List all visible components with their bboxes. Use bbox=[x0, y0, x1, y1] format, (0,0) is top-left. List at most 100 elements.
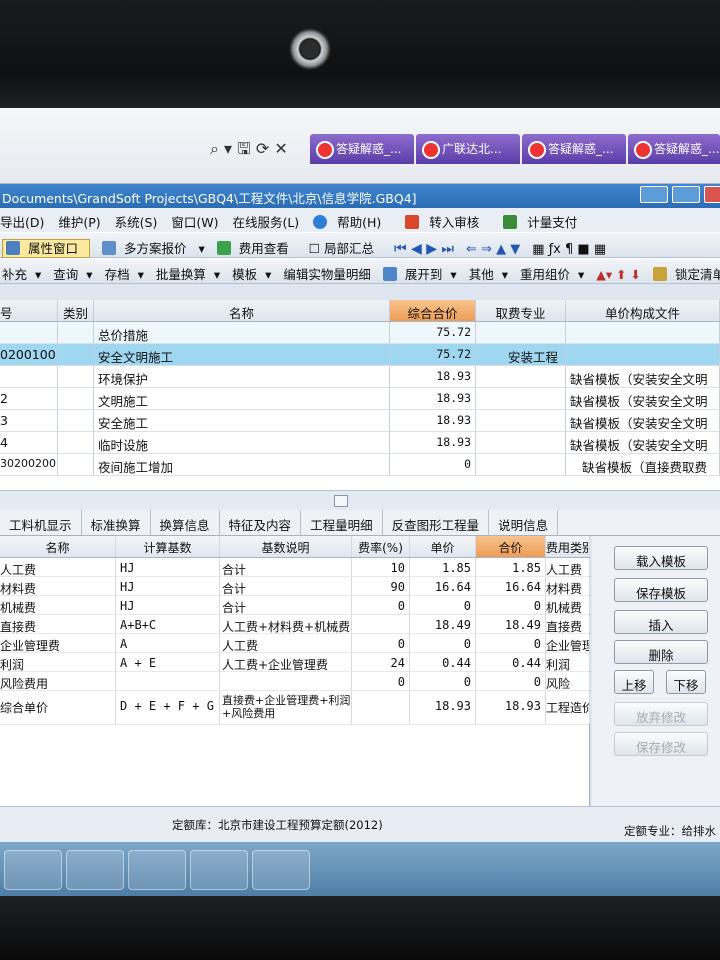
pane-splitter[interactable] bbox=[0, 490, 720, 510]
delete-button[interactable]: 删除 bbox=[614, 640, 708, 664]
cell-file: 缺省模板（安装安全文明 bbox=[566, 388, 720, 409]
taskbar-app-1[interactable] bbox=[4, 850, 62, 890]
menu-window[interactable]: 窗口(W) bbox=[171, 215, 218, 230]
table-row[interactable]: 人工费 HJ 合计 10 1.85 1.85 人工费 bbox=[0, 558, 590, 577]
archive-menu[interactable]: 存档 ▾ bbox=[105, 267, 144, 282]
table-row[interactable]: 总价措施 75.72 bbox=[0, 322, 720, 344]
batch-convert-menu[interactable]: 批量换算 ▾ bbox=[156, 267, 220, 282]
cell-type: 利润 bbox=[546, 653, 590, 671]
attr-window-button[interactable]: 属性窗口 bbox=[2, 239, 91, 258]
menu-maintain[interactable]: 维护(P) bbox=[58, 215, 100, 230]
discard-changes-button[interactable]: 放弃修改 bbox=[614, 702, 708, 726]
tab-labor-material[interactable]: 工料机显示 bbox=[0, 510, 82, 536]
edit-quantity-detail-button[interactable]: 编辑实物量明细 bbox=[283, 267, 371, 282]
cell-major bbox=[476, 454, 566, 475]
table-row[interactable]: 利润 A + E 人工费+企业管理费 24 0.44 0.44 利润 bbox=[0, 653, 590, 672]
browser-tab-4[interactable]: 答疑解惑_... bbox=[628, 134, 720, 164]
tab-reverse-graphic[interactable]: 反查图形工程量 bbox=[383, 510, 490, 536]
move-down-button[interactable]: 下移 bbox=[666, 670, 706, 694]
col-category[interactable]: 类别 bbox=[58, 300, 94, 321]
taskbar-app-5[interactable] bbox=[252, 850, 310, 890]
splitter-handle[interactable] bbox=[334, 495, 348, 507]
query-menu[interactable]: 查询 ▾ bbox=[53, 267, 92, 282]
table-row[interactable]: 风险费用 0 0 0 风险 bbox=[0, 672, 590, 691]
taskbar-app-4[interactable] bbox=[190, 850, 248, 890]
table-row[interactable]: 3 安全施工 18.93 缺省模板（安装安全文明 bbox=[0, 410, 720, 432]
multi-quote-button[interactable]: 多方案报价 ▾ bbox=[102, 241, 205, 256]
col-code[interactable]: 号 bbox=[0, 300, 58, 321]
col-rate[interactable]: 费率(%) bbox=[352, 536, 410, 557]
menu-export[interactable]: 导出(D) bbox=[0, 215, 44, 230]
quota-major-label: 定额专业：给排水 bbox=[624, 824, 716, 838]
table-row[interactable]: 机械费 HJ 合计 0 0 0 机械费 bbox=[0, 596, 590, 615]
col-name[interactable]: 名称 bbox=[94, 300, 390, 321]
browser-tab-1[interactable]: 答疑解惑_... bbox=[310, 134, 414, 164]
unit-price-grid: 名称 计算基数 基数说明 费率(%) 单价 合价 费用类别 人工费 HJ 合计 … bbox=[0, 536, 590, 806]
taskbar-app-3[interactable] bbox=[128, 850, 186, 890]
close-button[interactable] bbox=[704, 186, 720, 203]
col-base-desc[interactable]: 基数说明 bbox=[220, 536, 352, 557]
table-row[interactable]: 企业管理费 A 人工费 0 0 0 企业管理 bbox=[0, 634, 590, 653]
col-file[interactable]: 单价构成文件 bbox=[566, 300, 720, 321]
minimize-button[interactable] bbox=[640, 186, 668, 203]
nav-arrows[interactable]: ⏮ ◀ ▶ ⏭ bbox=[394, 241, 454, 257]
browser-tab-2[interactable]: 广联达北... bbox=[416, 134, 520, 164]
cell-name: 临时设施 bbox=[94, 432, 390, 453]
table-row[interactable]: 环境保护 18.93 缺省模板（安装安全文明 bbox=[0, 366, 720, 388]
maximize-button[interactable] bbox=[672, 186, 700, 203]
col-unit-price[interactable]: 单价 bbox=[410, 536, 476, 557]
move-arrows[interactable]: ⇐ ⇒ ▲ ▼ bbox=[466, 242, 520, 257]
expand-to-menu[interactable]: 展开到 ▾ bbox=[382, 267, 457, 282]
move-up-button[interactable]: 上移 bbox=[614, 670, 654, 694]
tab-standard-convert[interactable]: 标准换算 bbox=[82, 510, 151, 536]
cell-rate bbox=[352, 691, 410, 724]
col-total[interactable]: 合价 bbox=[476, 536, 546, 557]
reuse-price-menu[interactable]: 重用组价 ▾ bbox=[520, 267, 584, 282]
cell-desc bbox=[220, 672, 352, 690]
fill-color-icon[interactable]: ▲▾ ⬆ ⬇ bbox=[596, 267, 641, 282]
lock-list-button[interactable]: 锁定清单 bbox=[653, 267, 720, 282]
tab-quantity-detail[interactable]: 工程量明细 bbox=[301, 510, 383, 536]
table-row[interactable]: 302002001 夜间施工增加 0 缺省模板（直接费取费 bbox=[0, 454, 720, 476]
cell-name: 安全文明施工 bbox=[94, 344, 390, 365]
calc-tools[interactable]: ▦ ƒx ¶ ■ ▦ bbox=[532, 242, 606, 257]
partial-sum-button[interactable]: ☐ 局部汇总 bbox=[309, 241, 382, 256]
table-row[interactable]: 4 临时设施 18.93 缺省模板（安装安全文明 bbox=[0, 432, 720, 454]
cell-rate: 0 bbox=[352, 634, 410, 652]
menu-system[interactable]: 系统(S) bbox=[115, 215, 158, 230]
table-row[interactable]: 综合单价 D + E + F + G 直接费+企业管理费+利润+风险费用 18.… bbox=[0, 691, 590, 725]
col-fee-type[interactable]: 费用类别 bbox=[546, 536, 590, 557]
browser-address-tools[interactable]: ⌕ ▾ 🖫 ⟳ ✕ bbox=[210, 138, 288, 165]
tab-notes[interactable]: 说明信息 bbox=[489, 510, 559, 536]
cell-base: HJ bbox=[116, 577, 220, 595]
cell-name: 夜间施工增加 bbox=[94, 454, 390, 475]
menu-audit[interactable]: 转入审核 bbox=[405, 215, 489, 230]
fee-view-button[interactable]: 费用查看 bbox=[216, 241, 297, 256]
table-row[interactable]: 直接费 A+B+C 人工费+材料费+机械费 18.49 18.49 直接费 bbox=[0, 615, 590, 634]
template-menu[interactable]: 模板 ▾ bbox=[232, 267, 271, 282]
col-major[interactable]: 取费专业 bbox=[476, 300, 566, 321]
status-bar: 定额库：北京市建设工程预算定额(2012) 定额专业：给排水 bbox=[0, 806, 720, 842]
taskbar-app-2[interactable] bbox=[66, 850, 124, 890]
tab-features[interactable]: 特征及内容 bbox=[220, 510, 302, 536]
table-row[interactable]: 2 文明施工 18.93 缺省模板（安装安全文明 bbox=[0, 388, 720, 410]
cell-name: 人工费 bbox=[0, 558, 116, 576]
menu-online-service[interactable]: 在线服务(L) bbox=[232, 215, 299, 230]
cell-desc: 人工费+材料费+机械费 bbox=[220, 615, 352, 633]
supplement-menu[interactable]: 补充 ▾ bbox=[2, 267, 41, 282]
insert-button[interactable]: 插入 bbox=[614, 610, 708, 634]
col-base[interactable]: 计算基数 bbox=[116, 536, 220, 557]
tab-convert-info[interactable]: 换算信息 bbox=[151, 510, 220, 536]
cell-total: 75.72 bbox=[390, 322, 476, 343]
table-row-selected[interactable]: 02001001 安全文明施工 75.72 安装工程 bbox=[0, 344, 720, 366]
table-row[interactable]: 材料费 HJ 合计 90 16.64 16.64 材料费 bbox=[0, 577, 590, 596]
other-menu[interactable]: 其他 ▾ bbox=[469, 267, 508, 282]
menu-payment[interactable]: 计量支付 bbox=[503, 215, 587, 230]
load-template-button[interactable]: 载入模板 bbox=[614, 546, 708, 570]
col-total[interactable]: 综合合价 bbox=[390, 300, 476, 321]
save-template-button[interactable]: 保存模板 bbox=[614, 578, 708, 602]
col-name[interactable]: 名称 bbox=[0, 536, 116, 557]
browser-tab-3[interactable]: 答疑解惑_... bbox=[522, 134, 626, 164]
save-changes-button[interactable]: 保存修改 bbox=[614, 732, 708, 756]
menu-help[interactable]: 帮助(H) bbox=[313, 215, 391, 230]
